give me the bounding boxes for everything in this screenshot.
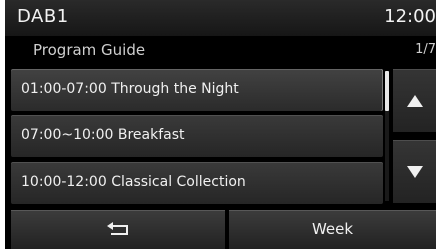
program-item-label: 10:00-12:00 Classical Collection bbox=[21, 174, 246, 190]
week-button-label: Week bbox=[311, 220, 354, 238]
program-item[interactable]: 07:00~10:00 Breakfast bbox=[11, 115, 383, 157]
triangle-up-icon bbox=[407, 95, 423, 107]
clock: 12:00 bbox=[384, 6, 436, 27]
scroll-down-button[interactable] bbox=[393, 140, 436, 203]
triangle-down-icon bbox=[407, 166, 423, 178]
return-arrow-icon bbox=[107, 222, 128, 235]
back-button[interactable] bbox=[11, 210, 225, 249]
bottom-toolbar: Week bbox=[5, 210, 436, 249]
week-button[interactable]: Week bbox=[229, 210, 436, 249]
program-item-label: 01:00-07:00 Through the Night bbox=[21, 81, 239, 97]
page-indicator: 1/7 bbox=[415, 42, 436, 57]
page-title: Program Guide bbox=[33, 41, 146, 59]
status-bar: DAB1 12:00 bbox=[5, 0, 436, 36]
program-item[interactable]: 10:00-12:00 Classical Collection bbox=[11, 162, 383, 204]
program-item[interactable]: 01:00-07:00 Through the Night bbox=[11, 69, 383, 111]
source-label: DAB1 bbox=[17, 6, 69, 27]
dab-screen: DAB1 12:00 Program Guide 1/7 01:00-07:00… bbox=[5, 0, 436, 249]
program-item-label: 07:00~10:00 Breakfast bbox=[21, 127, 185, 143]
scroll-up-button[interactable] bbox=[393, 69, 436, 132]
scroll-thumb[interactable] bbox=[385, 71, 389, 111]
scrollbar[interactable] bbox=[385, 71, 389, 201]
